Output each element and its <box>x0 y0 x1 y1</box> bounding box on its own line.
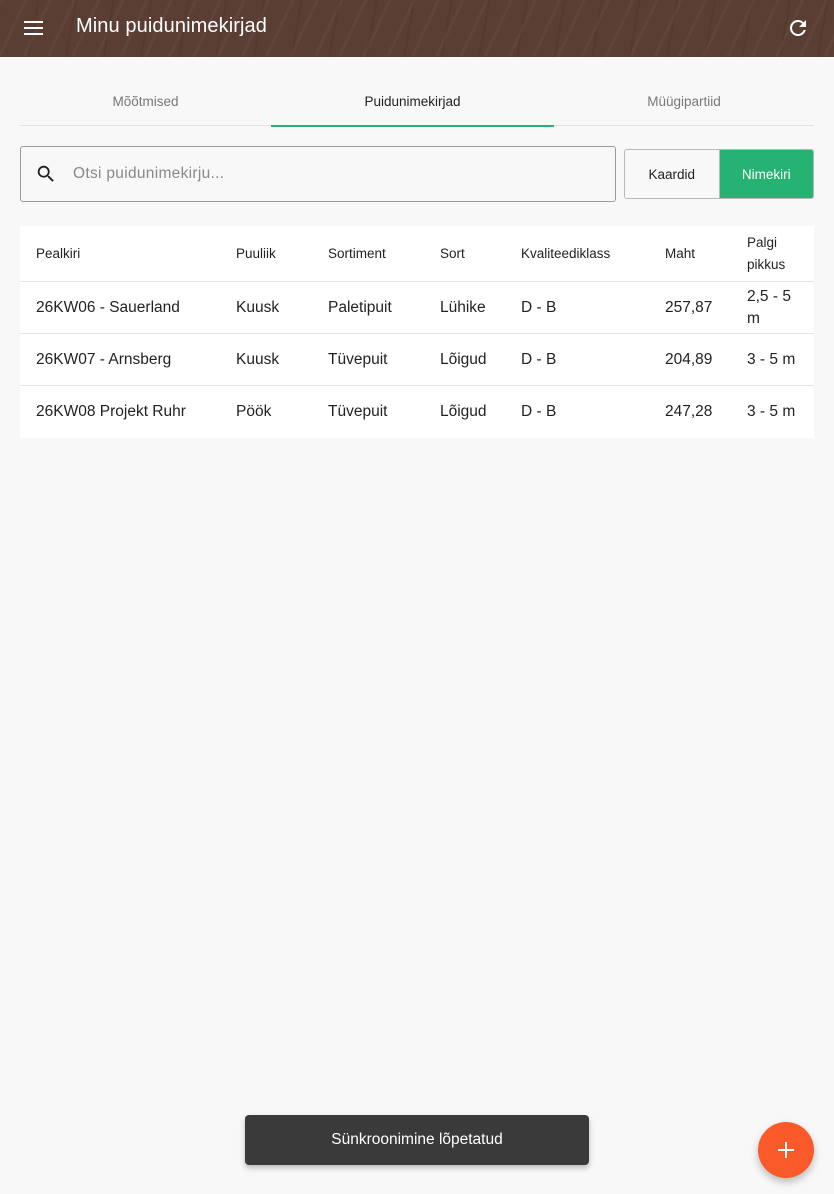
snackbar: Sünkroonimine lõpetatud <box>245 1115 589 1165</box>
menu-button[interactable] <box>24 16 64 40</box>
cell-assortment: Paletipuit <box>328 298 392 316</box>
search-input[interactable] <box>71 147 605 201</box>
cell-log-length: 3 - 5 m <box>747 350 796 368</box>
tab-timber-lists[interactable]: Puidunimekirjad <box>271 76 554 127</box>
cell-log-length: 3 - 5 m <box>747 403 796 420</box>
cell-title: 26KW08 Projekt Ruhr <box>36 403 186 420</box>
search-icon <box>37 165 54 182</box>
cell-assortment: Tüvepuit <box>328 403 388 420</box>
table-row[interactable]: 26KW08 Projekt Ruhr Pöök Tüvepuit Lõigud… <box>20 386 814 438</box>
search-box <box>20 146 616 202</box>
header-quality-class[interactable]: Kvaliteediklass <box>521 226 657 281</box>
cell-assortment: Tüvepuit <box>328 350 388 368</box>
header-volume[interactable]: Maht <box>665 226 741 281</box>
page-title: Minu puidunimekirjad <box>76 15 267 37</box>
table-row[interactable]: 26KW07 - Arnsberg Kuusk Tüvepuit Lõigud … <box>20 334 814 386</box>
cell-log-length: 2,5 - 5 m <box>747 287 791 327</box>
cell-volume: 247,28 <box>665 403 713 420</box>
cell-species: Kuusk <box>236 298 280 316</box>
tab-measurements[interactable]: Mõõtmised <box>20 76 271 126</box>
header-species[interactable]: Puuliik <box>236 226 320 281</box>
header-title[interactable]: Pealkiri <box>36 226 226 281</box>
table-row[interactable]: 26KW06 - Sauerland Kuusk Paletipuit Lühi… <box>20 282 814 334</box>
table-header: Pealkiri Puuliik Sortiment Sort Kvalitee… <box>20 226 814 282</box>
add-button[interactable] <box>758 1122 814 1178</box>
cards-view-button[interactable]: Kaardid <box>625 150 720 198</box>
snackbar-message: Sünkroonimine lõpetatud <box>331 1131 503 1148</box>
cell-volume: 257,87 <box>665 298 713 316</box>
header-sort[interactable]: Sort <box>440 226 514 281</box>
app-bar: Minu puidunimekirjad <box>0 0 834 57</box>
cell-sort: Lõigud <box>440 350 487 368</box>
cell-title: 26KW07 - Arnsberg <box>36 350 172 368</box>
header-log-length[interactable]: Palgi pikkus <box>747 226 807 281</box>
cell-species: Kuusk <box>236 350 280 368</box>
header-assortment[interactable]: Sortiment <box>328 226 432 281</box>
cell-volume: 204,89 <box>665 350 713 368</box>
tab-bar: Mõõtmised Puidunimekirjad Müügipartiid <box>20 76 814 127</box>
cell-sort: Lõigud <box>440 403 487 420</box>
cell-sort: Lühike <box>440 298 486 316</box>
refresh-icon <box>789 19 806 36</box>
cell-quality-class: D - B <box>521 403 557 420</box>
timber-list-table: Pealkiri Puuliik Sortiment Sort Kvalitee… <box>20 226 814 438</box>
list-view-button[interactable]: Nimekiri <box>719 150 813 198</box>
view-toggle: Kaardid Nimekiri <box>624 149 814 199</box>
plus-icon <box>778 1142 794 1158</box>
tab-sales-batches[interactable]: Müügipartiid <box>554 76 814 126</box>
cell-species: Pöök <box>236 403 272 420</box>
menu-icon <box>24 21 43 35</box>
cell-quality-class: D - B <box>521 298 557 316</box>
cell-title: 26KW06 - Sauerland <box>36 298 180 316</box>
refresh-button[interactable] <box>786 16 810 40</box>
cell-quality-class: D - B <box>521 350 557 368</box>
